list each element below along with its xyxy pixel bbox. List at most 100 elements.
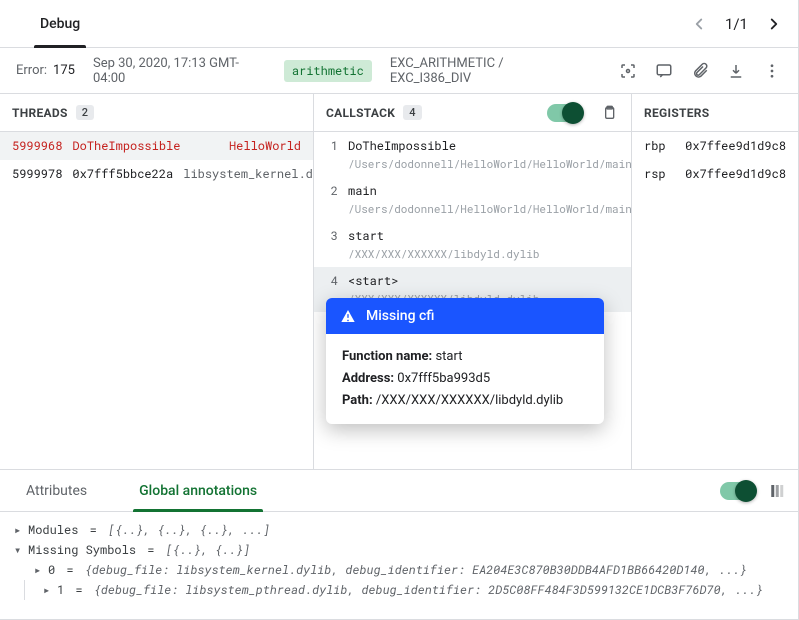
bottom-panel: Attributes Global annotations ▸ Modules …: [0, 470, 798, 620]
popover-path-value: /XXX/XXX/XXXXXX/libdyld.dylib: [376, 393, 563, 408]
tree-key: 1: [57, 582, 64, 598]
threads-body: 5999968 DoTheImpossible HelloWorld 59999…: [0, 132, 313, 469]
frame-function: main: [348, 183, 377, 199]
tree-value: {debug_file: libsystem_kernel.dylib, deb…: [85, 562, 747, 578]
registers-panel: REGISTERS rbp 0x7ffee9d1d9c8 rsp 0x7ffee…: [632, 94, 798, 469]
left-gutter: [0, 0, 16, 47]
callstack-title: CALLSTACK: [326, 106, 395, 120]
thread-function: DoTheImpossible: [72, 138, 180, 154]
warning-icon: [340, 308, 356, 324]
registers-title: REGISTERS: [644, 106, 709, 120]
popover-addr-value: 0x7fff5ba993d5: [397, 371, 490, 386]
register-value: 0x7ffee9d1d9c8: [685, 138, 786, 154]
action-bar: [618, 61, 782, 81]
register-row: rbp 0x7ffee9d1d9c8: [632, 132, 798, 160]
next-button[interactable]: [758, 8, 790, 40]
stack-frame[interactable]: 1 DoTheImpossible /Users/dodonnell/HelloW…: [314, 132, 631, 177]
register-value: 0x7ffee9d1d9c8: [685, 166, 786, 182]
download-icon[interactable]: [726, 61, 746, 81]
thread-row[interactable]: 5999978 0x7fff5bbce22a libsystem_kernel.…: [0, 160, 313, 188]
popover-addr-label: Address:: [342, 371, 394, 386]
frame-function: start: [348, 228, 384, 244]
info-bar: Error: 175 Sep 30, 2020, 17:13 GMT-04:00…: [0, 48, 798, 94]
tree-node-missing-symbols[interactable]: ▾ Missing Symbols = [{..}, {..}]: [14, 540, 784, 560]
tree-key: Modules: [28, 522, 78, 538]
frame-source: /Users/dodonnell/HelloWorld/HelloWorld/m…: [326, 201, 619, 216]
missing-cfi-popover: Missing cfi Function name: start Address…: [326, 298, 604, 424]
threads-count: 2: [76, 105, 95, 120]
register-name: rsp: [644, 166, 685, 182]
tree-node-missing-0[interactable]: ▸ 0 = {debug_file: libsystem_kernel.dyli…: [14, 560, 784, 580]
frame-source: /XXX/XXX/XXXXXX/libdyld.dylib: [326, 246, 619, 261]
registers-header: REGISTERS: [632, 94, 798, 132]
popover-header: Missing cfi: [326, 298, 604, 334]
frame-index: 2: [326, 183, 338, 199]
tab-label: Attributes: [26, 483, 87, 499]
tab-attributes[interactable]: Attributes: [0, 470, 113, 511]
frame-function: <start>: [348, 273, 398, 289]
frame-index: 3: [326, 228, 338, 244]
bottom-tab-strip: Attributes Global annotations: [0, 470, 798, 512]
threads-header: THREADS 2: [0, 94, 313, 132]
thread-function: 0x7fff5bbce22a: [72, 166, 173, 182]
stack-frame[interactable]: 2 main /Users/dodonnell/HelloWorld/HelloW…: [314, 177, 631, 222]
expand-icon[interactable]: ▸: [43, 582, 53, 598]
callstack-panel: CALLSTACK 4 1 DoTheImpossible /Users/dodo…: [314, 94, 632, 469]
tab-label: Debug: [40, 16, 80, 32]
comment-icon[interactable]: [654, 61, 674, 81]
timestamp: Sep 30, 2020, 17:13 GMT-04:00: [93, 56, 266, 86]
attachment-icon[interactable]: [690, 61, 710, 81]
tab-global-annotations[interactable]: Global annotations: [113, 470, 283, 511]
annotations-tree: ▸ Modules = [{..}, {..}, {..}, ...] ▾ Mi…: [0, 512, 798, 620]
frame-index: 1: [326, 138, 338, 154]
columns-icon[interactable]: [768, 481, 788, 501]
popover-title: Missing cfi: [366, 308, 435, 324]
frame-index: 4: [326, 273, 338, 289]
error-label: Error:: [16, 63, 47, 78]
frame-source: /Users/dodonnell/HelloWorld/HelloWorld/m…: [326, 156, 619, 171]
threads-panel: THREADS 2 5999968 DoTheImpossible HelloW…: [0, 94, 314, 469]
callstack-toggle[interactable]: [547, 104, 581, 122]
tree-node-missing-1[interactable]: ▸ 1 = {debug_file: libsystem_pthread.dyl…: [24, 580, 784, 600]
callstack-count: 4: [403, 105, 422, 120]
register-name: rbp: [644, 138, 685, 154]
tree-value: [{..}, {..}, {..}, ...]: [108, 522, 270, 538]
popover-fn-value: start: [435, 349, 462, 364]
callstack-header: CALLSTACK 4: [314, 94, 631, 132]
stack-frame[interactable]: 3 start /XXX/XXX/XXXXXX/libdyld.dylib: [314, 222, 631, 267]
thread-module: libsystem_kernel.dylib: [183, 166, 313, 182]
register-row: rsp 0x7ffee9d1d9c8: [632, 160, 798, 188]
tree-node-modules[interactable]: ▸ Modules = [{..}, {..}, {..}, ...]: [14, 520, 784, 540]
pager: 1/1: [683, 8, 790, 40]
expand-icon[interactable]: ▸: [14, 522, 24, 538]
clipboard-icon[interactable]: [599, 103, 619, 123]
thread-id: 5999978: [12, 166, 62, 182]
tree-value: [{..}, {..}]: [166, 542, 251, 558]
panel-row: THREADS 2 5999968 DoTheImpossible HelloW…: [0, 94, 798, 470]
popover-fn-label: Function name:: [342, 349, 432, 364]
exception-text: EXC_ARITHMETIC / EXC_I386_DIV: [390, 56, 582, 86]
classifier-badge: arithmetic: [284, 60, 372, 82]
error-id: 175: [53, 63, 75, 78]
thread-id: 5999968: [12, 138, 62, 154]
annotations-toggle[interactable]: [720, 482, 754, 500]
popover-body: Function name: start Address: 0x7fff5ba9…: [326, 334, 604, 424]
tree-value: {debug_file: libsystem_pthread.dylib, de…: [94, 582, 763, 598]
tree-key: 0: [48, 562, 55, 578]
tree-key: Missing Symbols: [28, 542, 136, 558]
top-tab-bar: Debug 1/1: [0, 0, 798, 48]
tab-strip: Debug: [16, 0, 104, 47]
callstack-body: 1 DoTheImpossible /Users/dodonnell/HelloW…: [314, 132, 631, 469]
prev-button[interactable]: [683, 8, 715, 40]
more-icon[interactable]: [762, 61, 782, 81]
threads-title: THREADS: [12, 106, 68, 120]
thread-module: HelloWorld: [229, 138, 301, 154]
thread-row[interactable]: 5999968 DoTheImpossible HelloWorld: [0, 132, 313, 160]
frame-function: DoTheImpossible: [348, 138, 456, 154]
page-count: 1/1: [721, 15, 752, 33]
tab-label: Global annotations: [139, 483, 257, 499]
focus-icon[interactable]: [618, 61, 638, 81]
tab-debug[interactable]: Debug: [16, 0, 104, 47]
expand-icon[interactable]: ▸: [34, 562, 44, 578]
collapse-icon[interactable]: ▾: [14, 542, 24, 558]
